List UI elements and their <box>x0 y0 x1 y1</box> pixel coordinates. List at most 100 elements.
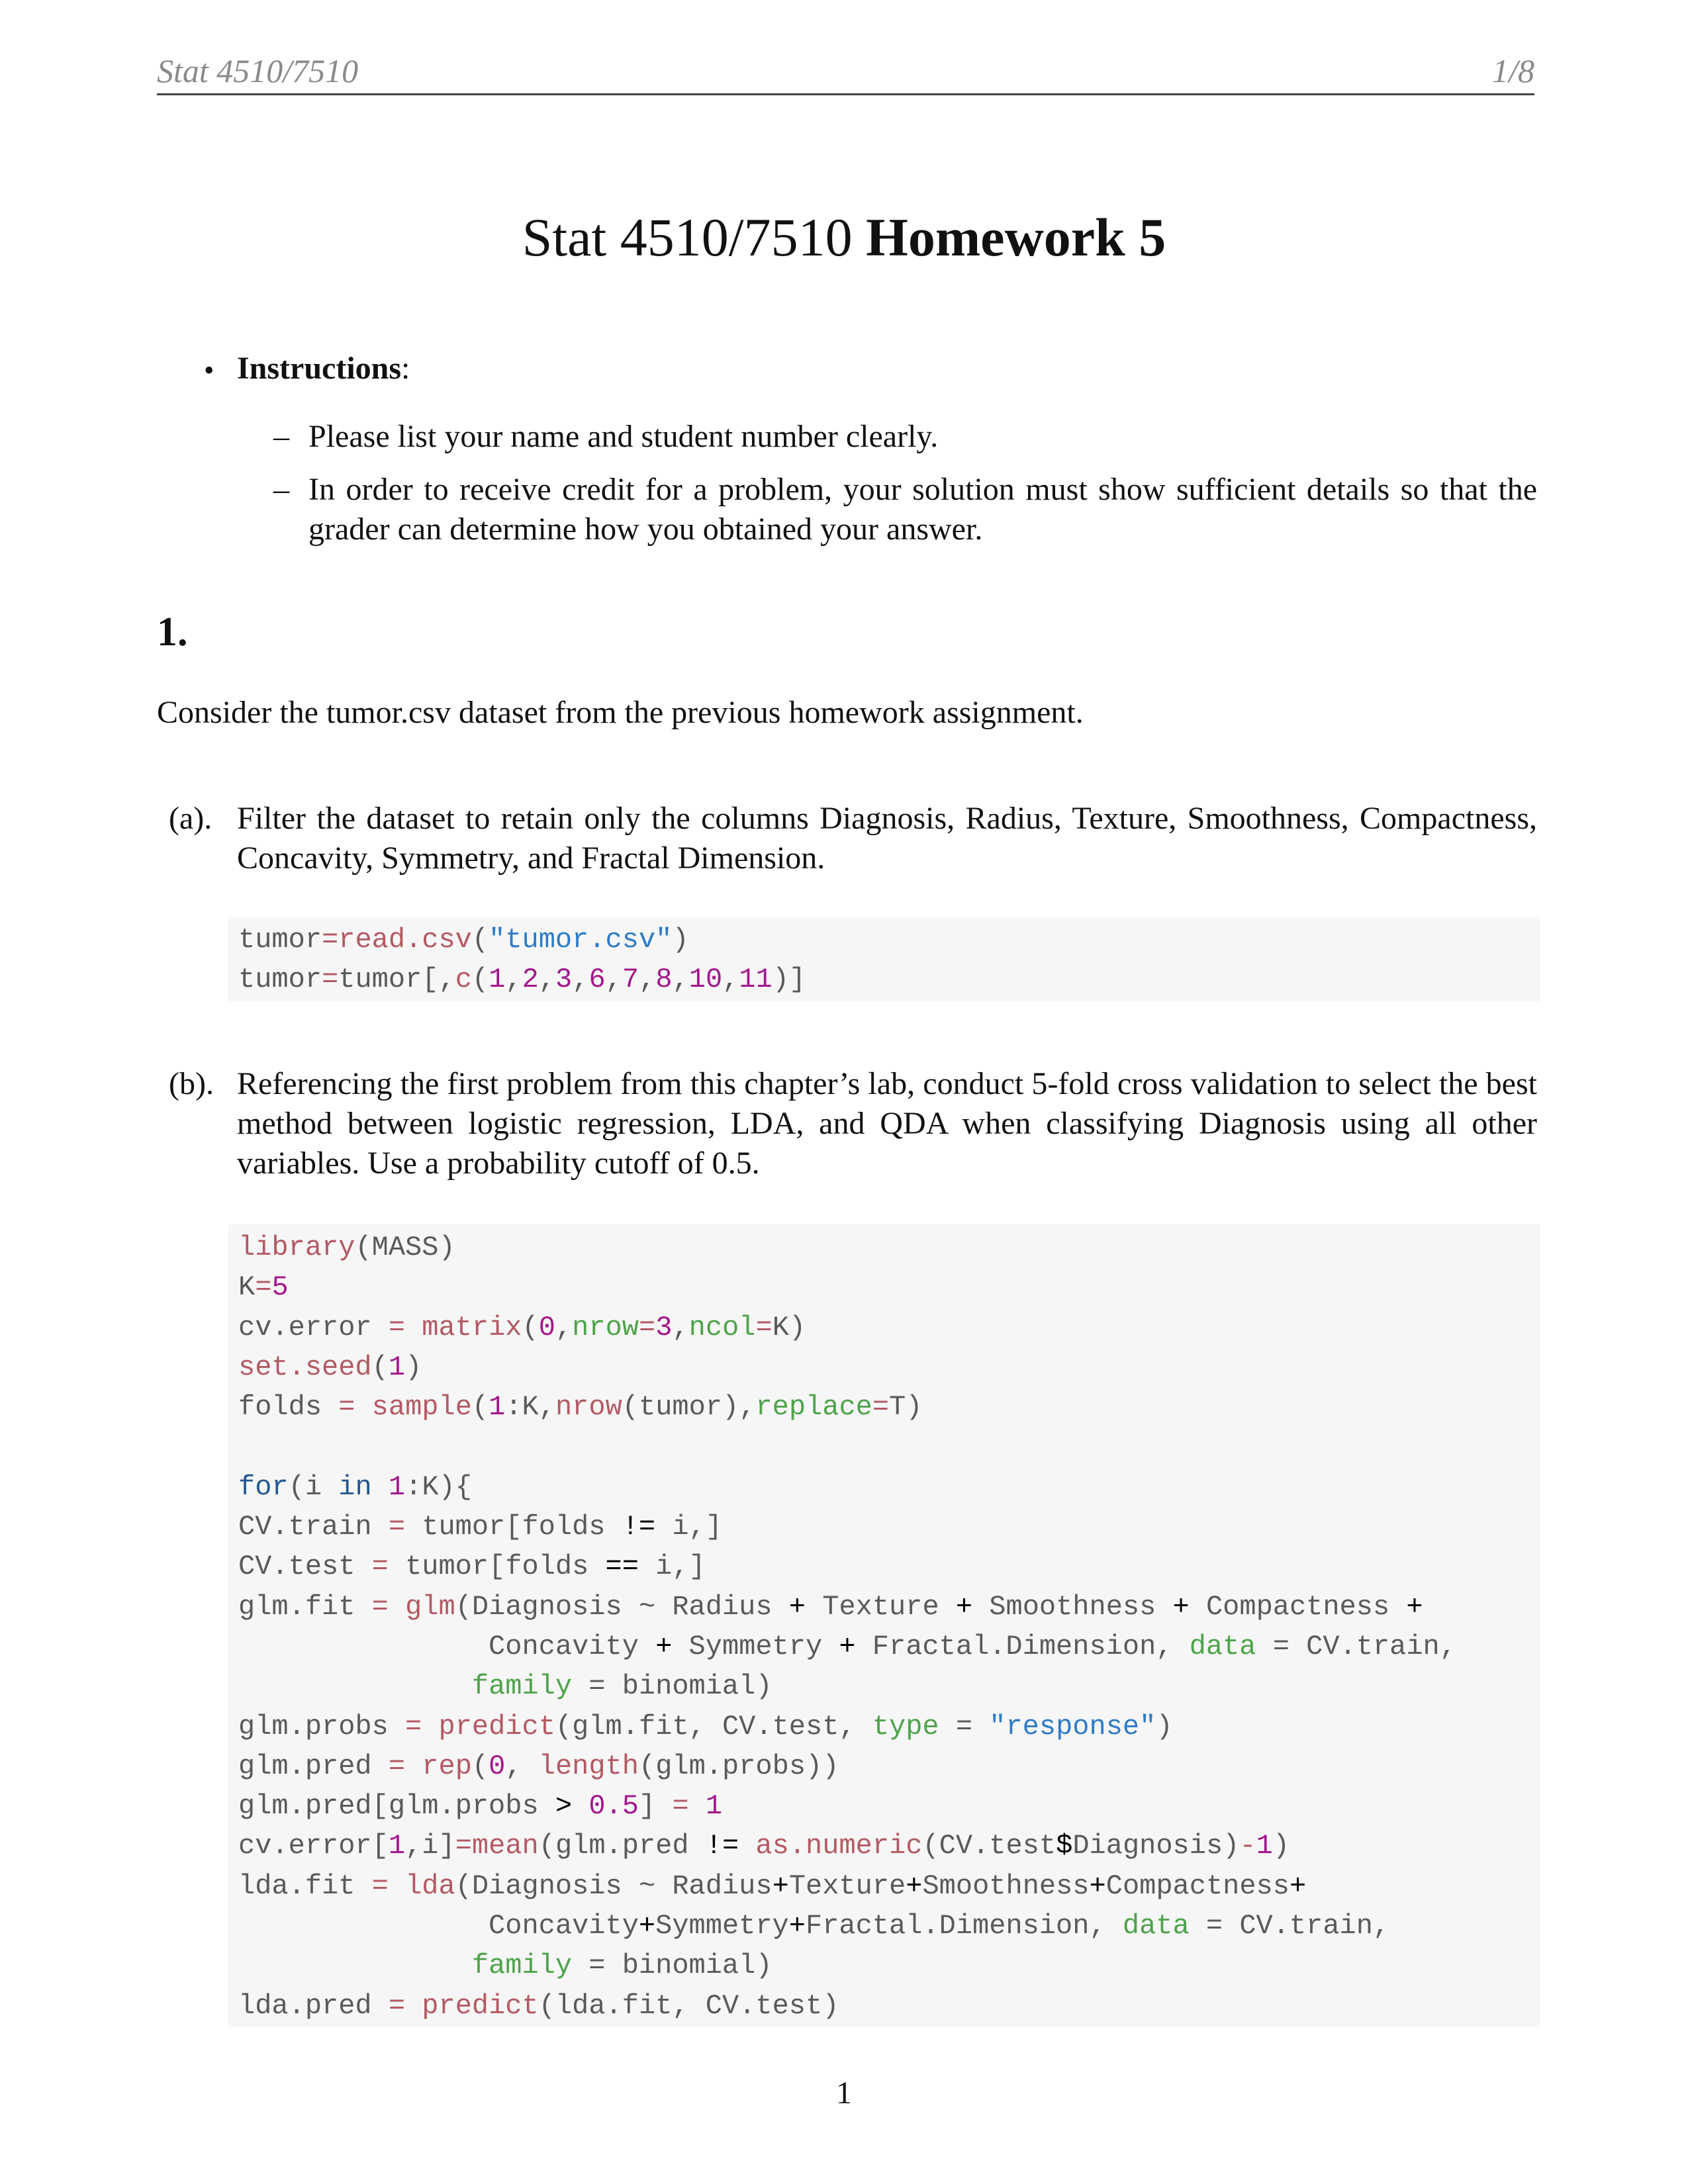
code-token-plain: :K, <box>505 1391 555 1424</box>
code-token-plain: (tumor), <box>622 1391 756 1424</box>
code-token-plain: tumor[folds <box>388 1551 606 1583</box>
code-token-plain: i,] <box>655 1511 722 1543</box>
code-token-plain: , <box>672 1311 689 1343</box>
code-token-fn: lda <box>405 1870 455 1902</box>
code-token-plain: cv.error[ <box>238 1830 389 1862</box>
code-token-op: + <box>1289 1870 1307 1902</box>
code-token-plain: , <box>538 964 555 996</box>
code-token-arg: ncol <box>688 1311 756 1343</box>
code-line: CV.train = tumor[folds != i,] <box>238 1507 1540 1547</box>
code-token-fn: predict <box>422 1989 539 2022</box>
code-token-kw: in <box>338 1471 372 1503</box>
code-line: Concavity+Symmetry+Fractal.Dimension, da… <box>238 1906 1540 1946</box>
code-token-num: 10 <box>688 964 723 996</box>
code-token-plain: (CV.test <box>922 1830 1056 1862</box>
code-token-fn: = <box>371 1870 389 1902</box>
instructions-colon: : <box>401 351 410 386</box>
code-token-plain: = CV.train, <box>1189 1910 1390 1942</box>
code-token-op: == <box>605 1551 639 1583</box>
instructions-label: Instructions <box>237 351 402 386</box>
code-token-plain: = binomial) <box>572 1670 773 1703</box>
code-token-fn: as.numeric <box>755 1830 923 1862</box>
code-token-plain: )] <box>772 964 806 996</box>
code-token-fn: = <box>755 1311 773 1343</box>
code-line: tumor=read.csv("tumor.csv") <box>238 920 1540 960</box>
code-token-num: 8 <box>655 964 673 996</box>
code-token-plain: lda.fit <box>238 1870 372 1902</box>
code-token-plain: = binomial) <box>572 1950 773 1982</box>
code-token-plain: ( <box>471 964 489 996</box>
code-token-fn: = <box>255 1271 272 1304</box>
part-b-text: Referencing the first problem from this … <box>237 1066 1537 1181</box>
code-token-fn: = <box>388 1989 406 2022</box>
code-token-plain: , <box>505 1750 539 1782</box>
code-token-plain: glm.pred <box>238 1750 389 1782</box>
code-token-fn: read.csv <box>338 924 472 956</box>
code-token-fn: mean <box>471 1830 539 1862</box>
code-token-plain: ) <box>1272 1830 1290 1862</box>
code-token-op: + <box>638 1910 656 1942</box>
code-token-fn: rep <box>422 1750 472 1782</box>
code-token-plain: Concavity <box>238 1910 639 1942</box>
code-token-plain: tumor <box>238 964 322 996</box>
code-token-plain: , <box>572 964 589 996</box>
code-token-fn: nrow <box>555 1391 622 1424</box>
code-token-op: + <box>655 1630 673 1662</box>
code-token-fn: set.seed <box>238 1351 372 1383</box>
code-token-op: + <box>788 1590 806 1623</box>
code-token-fn: = <box>322 924 339 956</box>
code-line: family = binomial) <box>238 1946 1540 1985</box>
code-token-plain: Diagnosis) <box>1072 1830 1240 1862</box>
code-token-op: + <box>906 1870 923 1902</box>
code-line: glm.fit = glm(Diagnosis ~ Radius + Textu… <box>238 1587 1540 1627</box>
code-token-plain: Smoothness <box>922 1870 1090 1902</box>
code-token-op: + <box>788 1910 806 1942</box>
code-line: set.seed(1) <box>238 1347 1540 1387</box>
part-a-text: Filter the dataset to retain only the co… <box>237 801 1537 876</box>
code-token-num: 0.5 <box>588 1790 639 1823</box>
code-token-plain: K) <box>772 1311 806 1343</box>
code-token-plain: , <box>555 1311 573 1343</box>
code-line: family = binomial) <box>238 1666 1540 1706</box>
code-token-op: $ <box>1056 1830 1073 1862</box>
page-number: 1 <box>836 2075 852 2111</box>
code-token-plain: ) <box>672 924 689 956</box>
code-token-num: 0 <box>489 1750 506 1782</box>
code-token-num: 1 <box>489 1391 506 1424</box>
code-block-part-b: library(MASS) K=5 cv.error = matrix(0,nrow… <box>228 1224 1540 2027</box>
code-token-fn: predict <box>438 1710 555 1743</box>
dash-icon: – <box>273 472 289 507</box>
code-token-plain: , <box>722 964 739 996</box>
code-token-fn: = <box>371 1551 389 1583</box>
code-token-arg: data <box>1189 1630 1256 1662</box>
code-token-arg: replace <box>755 1391 872 1424</box>
code-token-plain: Compactness <box>1189 1590 1407 1623</box>
code-token-plain: Concavity <box>238 1630 656 1662</box>
code-token-arg: type <box>872 1710 939 1743</box>
code-token-str: "response" <box>989 1710 1156 1743</box>
code-token-plain: ,i] <box>405 1830 455 1862</box>
code-token-plain: tumor <box>238 924 322 956</box>
code-token-plain: T) <box>889 1391 923 1424</box>
code-token-fn: matrix <box>422 1311 522 1343</box>
code-token-str: "tumor.csv" <box>489 924 673 956</box>
code-token-fn: = <box>388 1311 406 1343</box>
code-token-op: != <box>622 1511 656 1543</box>
code-token-fn: = <box>455 1830 472 1862</box>
code-token-op: + <box>772 1870 789 1902</box>
code-token-plain: Symmetry <box>655 1910 789 1942</box>
code-token-plain: K <box>238 1271 256 1304</box>
code-token-plain: ( <box>471 1750 489 1782</box>
code-token-plain: ( <box>371 1351 389 1383</box>
code-token-plain: , <box>672 964 689 996</box>
question-number: 1. <box>157 610 188 655</box>
code-token-plain: (glm.probs)) <box>639 1750 839 1782</box>
code-token-plain: (glm.pred <box>538 1830 706 1862</box>
code-token-plain: CV.train <box>238 1511 389 1543</box>
